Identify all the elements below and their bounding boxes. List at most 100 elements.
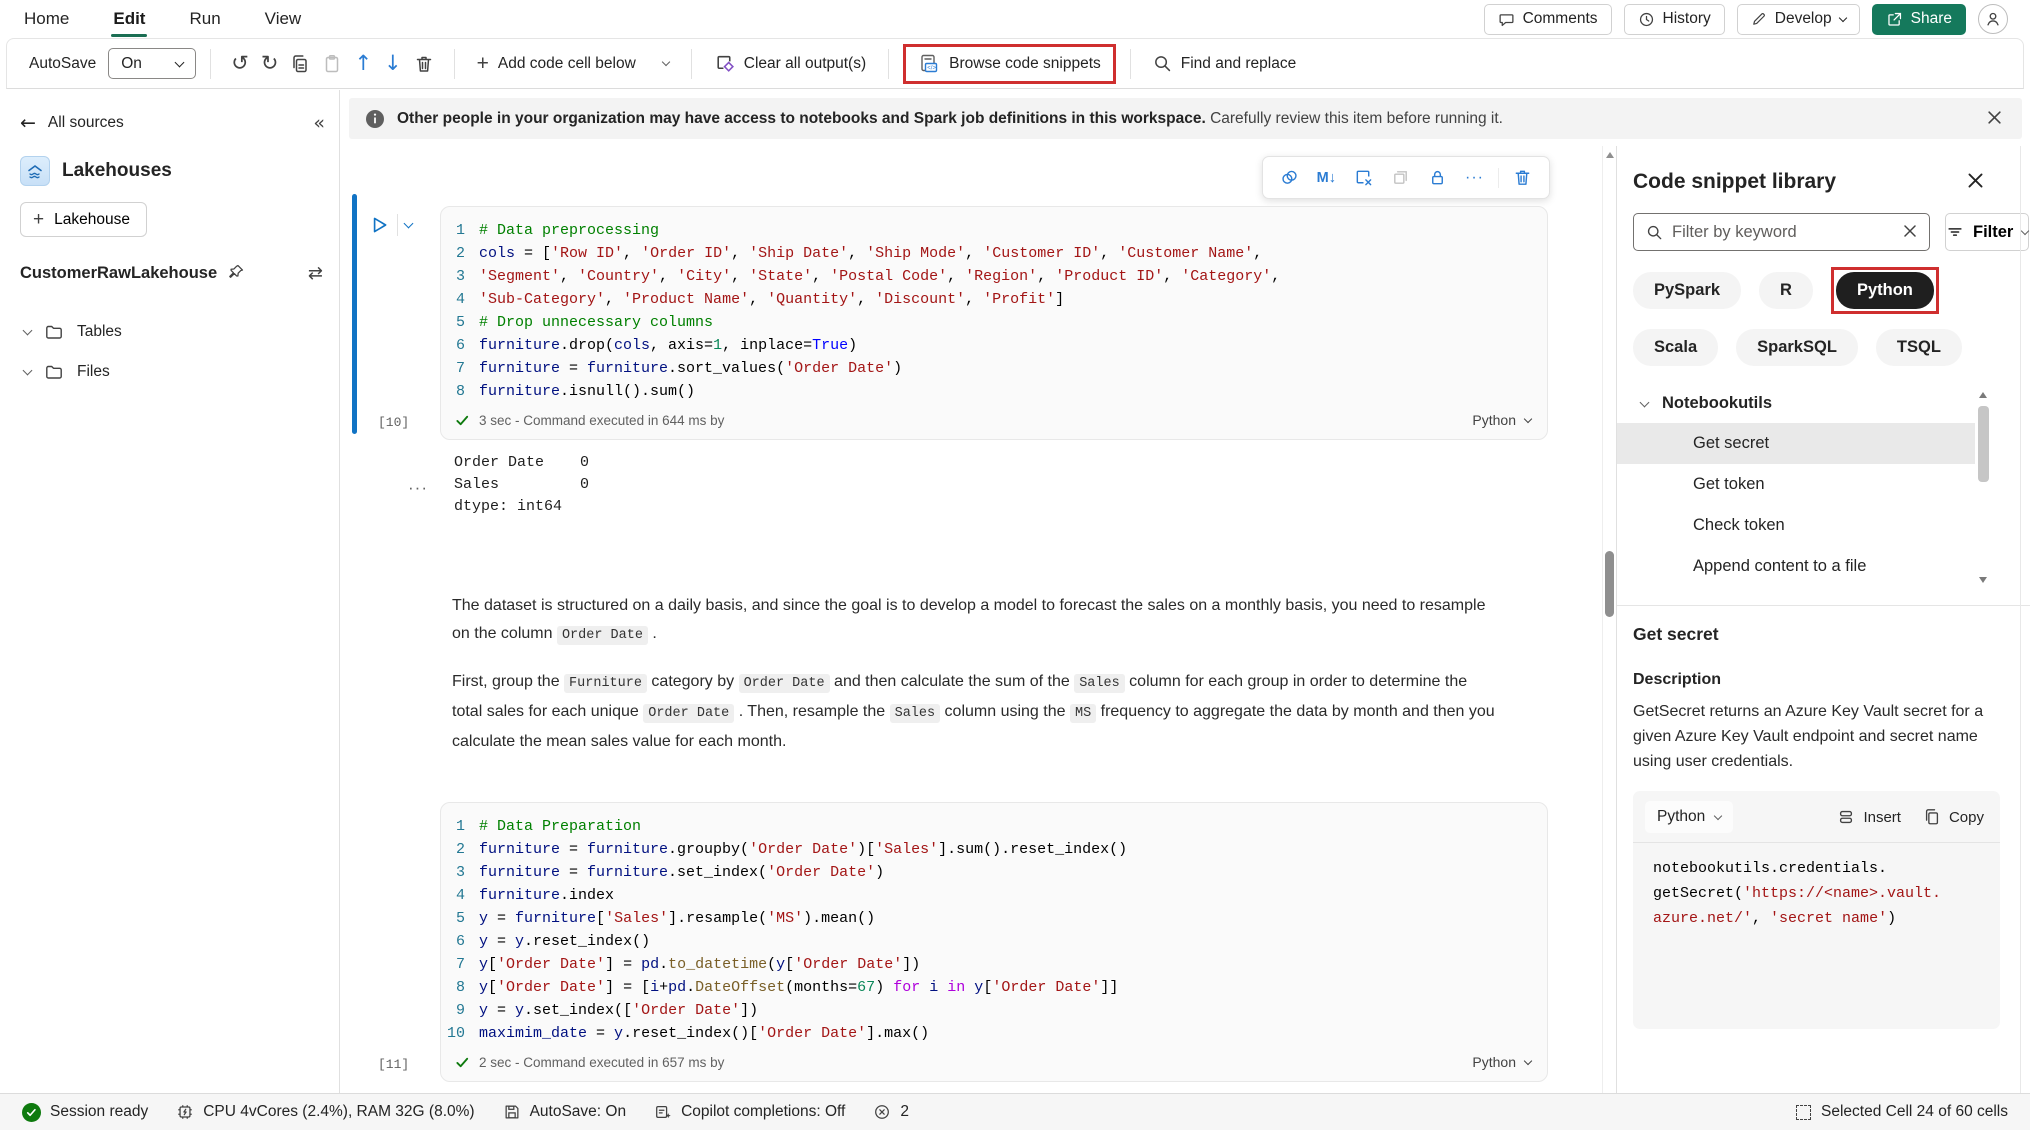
menu-home[interactable]: Home <box>22 3 71 35</box>
code-cell-2[interactable]: 1# Data Preparation2furniture = furnitur… <box>440 802 1548 1082</box>
convert-to-markdown-button[interactable]: M↓ <box>1310 166 1343 190</box>
trash-icon <box>414 54 434 74</box>
copilot-status[interactable]: Copilot completions: Off <box>654 1103 845 1121</box>
add-lakehouse-label: Lakehouse <box>54 211 130 229</box>
clear-filter-icon[interactable] <box>1901 222 1919 243</box>
tree-item-tables[interactable]: Tables <box>20 312 325 352</box>
run-cell-button[interactable] <box>368 214 390 236</box>
chip-sparksql[interactable]: SparkSQL <box>1736 329 1858 366</box>
snippet-code[interactable]: notebookutils.credentials.getSecret('htt… <box>1633 843 2000 931</box>
history-button[interactable]: History <box>1624 4 1725 35</box>
snippet-item-check-token[interactable]: Check token <box>1617 505 1975 546</box>
lakehouse-item-row[interactable]: CustomerRawLakehouse ⇄ <box>20 261 325 286</box>
session-ready-icon <box>22 1103 41 1122</box>
undo-button[interactable]: ↺ <box>225 47 255 80</box>
notebook-scrollbar[interactable] <box>1602 146 1616 1093</box>
clear-cell-output-icon[interactable] <box>1347 164 1380 191</box>
lock-cell-icon[interactable] <box>1421 164 1454 191</box>
share-button[interactable]: Share <box>1872 4 1966 35</box>
chip-python[interactable]: Python <box>1836 272 1934 309</box>
scroll-up-icon[interactable] <box>1979 392 1987 398</box>
markdown-cell[interactable]: The dataset is structured on a daily bas… <box>452 592 1496 756</box>
cell-language-dropdown[interactable]: Python <box>1472 1054 1531 1070</box>
delete-cell-button[interactable] <box>408 48 440 80</box>
chip-r[interactable]: R <box>1759 272 1813 309</box>
menu-edit[interactable]: Edit <box>111 3 147 35</box>
redo-button[interactable]: ↻ <box>255 47 285 80</box>
warning-banner: Other people in your organization may ha… <box>349 98 2022 139</box>
error-count[interactable]: 2 <box>873 1103 909 1121</box>
snippet-language-dropdown[interactable]: Python <box>1645 801 1733 833</box>
banner-close-icon[interactable] <box>1983 106 2006 132</box>
chevron-down-icon <box>1524 1056 1532 1064</box>
python-chip-highlight-box: Python <box>1831 267 1939 314</box>
autosave-status[interactable]: AutoSave: On <box>503 1103 627 1121</box>
banner-regular-text: Carefully review this item before runnin… <box>1206 110 1503 127</box>
cell-language-dropdown[interactable]: Python <box>1472 412 1531 428</box>
insert-snippet-button[interactable]: Insert <box>1837 808 1901 826</box>
snippet-item-get-secret[interactable]: Get secret <box>1617 423 1975 464</box>
pin-icon[interactable] <box>225 261 247 286</box>
account-avatar[interactable] <box>1978 4 2008 34</box>
collapse-output-icon[interactable]: ··· <box>408 452 428 518</box>
resource-usage[interactable]: CPU 4vCores (2.4%), RAM 32G (8.0%) <box>176 1103 474 1121</box>
scrollbar-thumb[interactable] <box>1978 406 1989 482</box>
cell-editor[interactable]: 1# Data preprocessing2cols = ['Row ID', … <box>440 206 1548 440</box>
clear-all-outputs-button[interactable]: Clear all output(s) <box>706 47 874 80</box>
menu-view[interactable]: View <box>263 3 304 35</box>
copilot-rings-icon[interactable] <box>1273 164 1306 191</box>
menu-run[interactable]: Run <box>187 3 222 35</box>
copy-button[interactable] <box>284 48 316 80</box>
toolbar-divider <box>1130 49 1131 79</box>
panel-close-icon[interactable] <box>1963 168 1988 196</box>
run-options-chevron-icon[interactable] <box>404 219 414 229</box>
execution-index: [10] <box>378 415 409 430</box>
snippet-group-notebookutils[interactable]: Notebookutils <box>1617 388 1975 423</box>
notebook-canvas: M↓ ··· <box>340 146 1616 1093</box>
copy-snippet-button[interactable]: Copy <box>1923 808 1984 826</box>
paste-button[interactable] <box>316 48 348 80</box>
more-options-icon[interactable]: ··· <box>1458 165 1491 191</box>
chip-tsql[interactable]: TSQL <box>1876 329 1962 366</box>
snippet-code-header: Python Insert Copy <box>1633 791 2000 843</box>
cell-code[interactable]: 1# Data Preparation2furniture = furnitur… <box>441 815 1547 1045</box>
code-snippet-icon: </> <box>918 53 940 75</box>
cell-code[interactable]: 1# Data preprocessing2cols = ['Row ID', … <box>441 219 1547 403</box>
chip-scala[interactable]: Scala <box>1633 329 1718 366</box>
develop-button[interactable]: Develop <box>1737 4 1860 35</box>
folder-icon <box>44 322 64 342</box>
chevron-down-icon <box>175 57 185 67</box>
sidebar-collapse-button[interactable]: « <box>313 112 325 134</box>
snippet-list: Notebookutils Get secret Get token Check… <box>1617 388 1975 587</box>
panel-scrollbar-track[interactable] <box>2020 146 2021 1093</box>
cell-editor[interactable]: 1# Data Preparation2furniture = furnitur… <box>440 802 1548 1082</box>
move-cell-down-button[interactable]: ↓ <box>378 47 408 80</box>
snippet-item-append-content[interactable]: Append content to a file <box>1617 546 1975 587</box>
duplicate-cell-icon[interactable] <box>1384 164 1417 191</box>
chip-pyspark[interactable]: PySpark <box>1633 272 1741 309</box>
switch-lakehouse-icon[interactable]: ⇄ <box>306 261 325 286</box>
move-cell-up-button[interactable]: ↑ <box>348 47 378 80</box>
all-sources-back-button[interactable]: ← All sources <box>20 112 124 134</box>
find-and-replace-button[interactable]: Find and replace <box>1145 48 1304 79</box>
snippet-item-get-token[interactable]: Get token <box>1617 464 1975 505</box>
delete-cell-icon[interactable] <box>1506 164 1539 191</box>
autosave-dropdown[interactable]: On <box>108 48 196 79</box>
tree-item-files[interactable]: Files <box>20 352 325 392</box>
plus-icon: + <box>33 210 44 229</box>
comments-button[interactable]: Comments <box>1484 4 1612 35</box>
keyword-filter-input[interactable] <box>1672 223 1892 242</box>
panel-title-row: Code snippet library <box>1633 168 2014 196</box>
chevron-down-icon <box>1524 414 1532 422</box>
add-code-cell-button[interactable]: + Add code cell below <box>469 47 677 80</box>
session-status[interactable]: Session ready <box>22 1103 148 1122</box>
browse-code-snippets-button[interactable]: </> Browse code snippets <box>914 51 1105 77</box>
scrollbar-thumb[interactable] <box>1605 551 1614 617</box>
snippet-list-scrollbar[interactable] <box>1975 388 1992 587</box>
scroll-down-icon[interactable] <box>1979 577 1987 583</box>
code-cell-1[interactable]: M↓ ··· <box>440 206 1548 440</box>
arrow-down-icon: ↓ <box>384 53 402 74</box>
add-lakehouse-button[interactable]: + Lakehouse <box>20 202 147 237</box>
filter-button[interactable]: Filter <box>1945 213 2029 251</box>
scroll-up-icon[interactable] <box>1606 152 1614 158</box>
